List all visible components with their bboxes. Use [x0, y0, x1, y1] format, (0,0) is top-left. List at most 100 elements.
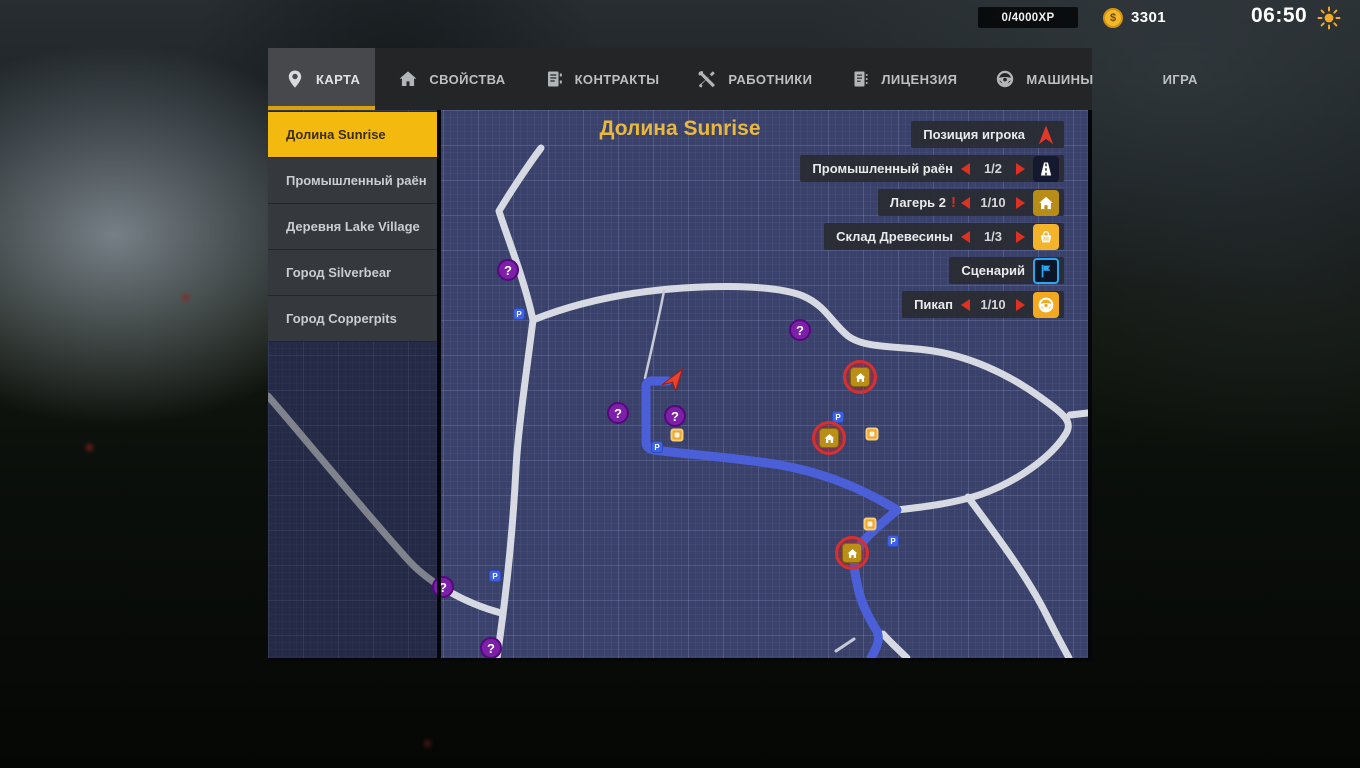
- background-berry-dot: [182, 294, 189, 301]
- map-marker-question[interactable]: ?: [789, 319, 811, 341]
- tab-game[interactable]: ИГРА: [1115, 48, 1213, 110]
- sidebar-item-region-4[interactable]: Город Copperpits: [268, 296, 437, 342]
- alert-icon: !: [951, 194, 956, 211]
- sidebar-item-label: Город Copperpits: [286, 311, 397, 326]
- map-marker-crate[interactable]: [863, 517, 877, 531]
- legend-row: Промышленный раён 1/2: [800, 155, 1064, 182]
- xp-label: 0/4000XP: [1001, 11, 1055, 24]
- legend-label: Позиция игрока: [923, 127, 1025, 142]
- tab-label: РАБОТНИКИ: [728, 71, 813, 87]
- prev-arrow-icon[interactable]: [961, 230, 970, 243]
- map-marker-question[interactable]: ?: [480, 637, 502, 658]
- tab-label: СВОЙСТВА: [429, 71, 506, 87]
- tab-label: МАШИНЫ: [1026, 71, 1094, 87]
- prev-arrow-icon[interactable]: [961, 162, 970, 175]
- map-marker-house[interactable]: [812, 421, 846, 455]
- legend-count: 1/10: [980, 195, 1006, 210]
- map-marker-parking[interactable]: P: [651, 441, 663, 453]
- steering-icon: [995, 69, 1015, 89]
- legend-row: Позиция игрока: [911, 121, 1064, 148]
- sun-icon: [1317, 6, 1341, 30]
- tab-vehicles[interactable]: МАШИНЫ: [978, 48, 1108, 110]
- tab-label: КАРТА: [316, 71, 361, 87]
- sidebar-item-label: Деревня Lake Village: [286, 219, 420, 234]
- legend-row: Лагерь 2! 1/10: [877, 189, 1064, 216]
- house-icon: [850, 367, 870, 387]
- prev-arrow-icon[interactable]: [961, 298, 970, 311]
- game-screen: 0/4000XP $ 3301 06:50 КАРТА СВОЙСТВА КОНТР…: [0, 0, 1360, 768]
- tab-label: ИГРА: [1162, 71, 1198, 87]
- map-legend: Позиция игрока Промышленный раён 1/2 Лагерь…: [800, 121, 1064, 318]
- sidebar-item-label: Город Silverbear: [286, 265, 392, 280]
- map-marker-parking[interactable]: P: [513, 308, 525, 320]
- map-marker-crate[interactable]: [670, 428, 684, 442]
- background-berry-dot: [424, 740, 431, 747]
- map-marker-house[interactable]: [843, 360, 877, 394]
- house-icon: [1033, 189, 1059, 216]
- tab-contracts[interactable]: КОНТРАКТЫ: [527, 48, 675, 110]
- license-icon: [850, 69, 870, 89]
- map-window: КАРТА СВОЙСТВА КОНТРАКТЫ РАБОТНИКИ ЛИЦЕНЗИЯ М…: [268, 48, 1197, 661]
- tab-workers[interactable]: РАБОТНИКИ: [680, 48, 827, 110]
- sidebar-item-region-1[interactable]: Промышленный раён: [268, 158, 437, 204]
- tab-properties[interactable]: СВОЙСТВА: [381, 48, 520, 110]
- map-marker-crate[interactable]: [865, 427, 879, 441]
- next-arrow-icon[interactable]: [1016, 162, 1025, 175]
- legend-label: Промышленный раён: [812, 161, 953, 176]
- legend-label: Пикап: [914, 297, 953, 312]
- prev-arrow-icon[interactable]: [961, 196, 970, 209]
- sidebar-item-label: Долина Sunrise: [286, 127, 386, 142]
- clock-time: 06:50: [1251, 4, 1308, 27]
- player-position-arrow: [659, 367, 686, 394]
- region-sidebar: Долина Sunrise Промышленный раён Деревня L…: [268, 112, 437, 342]
- legend-row: Склад Древесины 1/3: [824, 223, 1064, 250]
- map-marker-parking[interactable]: P: [887, 535, 899, 547]
- coin-icon: $: [1103, 8, 1123, 28]
- legend-label: Лагерь 2: [889, 195, 946, 210]
- tab-map[interactable]: КАРТА: [268, 48, 376, 110]
- contract-icon: [544, 69, 564, 89]
- house-icon: [819, 428, 839, 448]
- house-icon: [842, 543, 862, 563]
- basket-icon: [1033, 223, 1059, 250]
- sidebar-item-region-0[interactable]: Долина Sunrise: [268, 112, 437, 158]
- sidebar-item-label: Промышленный раён: [286, 173, 427, 188]
- flag-icon: [1033, 257, 1059, 284]
- map-marker-question[interactable]: ?: [664, 405, 686, 427]
- xp-progress: 0/4000XP: [978, 7, 1078, 28]
- map-marker-parking[interactable]: P: [489, 570, 501, 582]
- map-marker-question[interactable]: ?: [607, 402, 629, 424]
- money-amount: 3301: [1131, 9, 1166, 26]
- sidebar-item-region-3[interactable]: Город Silverbear: [268, 250, 437, 296]
- legend-label: Сценарий: [961, 263, 1025, 278]
- map-title: Долина Sunrise: [599, 117, 761, 140]
- keyboard-icon: [1132, 69, 1152, 89]
- player-arrow-icon: [1033, 122, 1059, 148]
- home-icon: [398, 69, 418, 89]
- map-marker-question[interactable]: ?: [497, 259, 519, 281]
- map-marker-house[interactable]: [835, 536, 869, 570]
- tools-icon: [697, 69, 717, 89]
- legend-label: Склад Древесины: [836, 229, 953, 244]
- steering-icon: [1033, 291, 1059, 318]
- map-content: ?????? P P P P P Долина Sunrise Позиция игрок…: [268, 110, 1092, 661]
- map-pin-icon: [285, 69, 305, 89]
- currency-symbol: $: [1109, 12, 1117, 24]
- next-arrow-icon[interactable]: [1016, 196, 1025, 209]
- legend-count: 1/3: [983, 229, 1003, 244]
- tab-bar: КАРТА СВОЙСТВА КОНТРАКТЫ РАБОТНИКИ ЛИЦЕНЗИЯ М…: [268, 48, 1197, 110]
- tab-label: ЛИЦЕНЗИЯ: [881, 71, 958, 87]
- sidebar-divider: [437, 110, 441, 661]
- tab-label: КОНТРАКТЫ: [574, 71, 660, 87]
- next-arrow-icon[interactable]: [1016, 230, 1025, 243]
- map-marker-question[interactable]: ?: [432, 576, 454, 598]
- legend-row: Сценарий: [949, 257, 1064, 284]
- legend-count: 1/10: [980, 297, 1006, 312]
- next-arrow-icon[interactable]: [1016, 298, 1025, 311]
- sidebar-item-region-2[interactable]: Деревня Lake Village: [268, 204, 437, 250]
- background-berry-dot: [86, 444, 93, 451]
- road-icon: [1033, 155, 1059, 182]
- tab-license[interactable]: ЛИЦЕНЗИЯ: [833, 48, 972, 110]
- legend-count: 1/2: [983, 161, 1003, 176]
- legend-row: Пикап 1/10: [902, 291, 1064, 318]
